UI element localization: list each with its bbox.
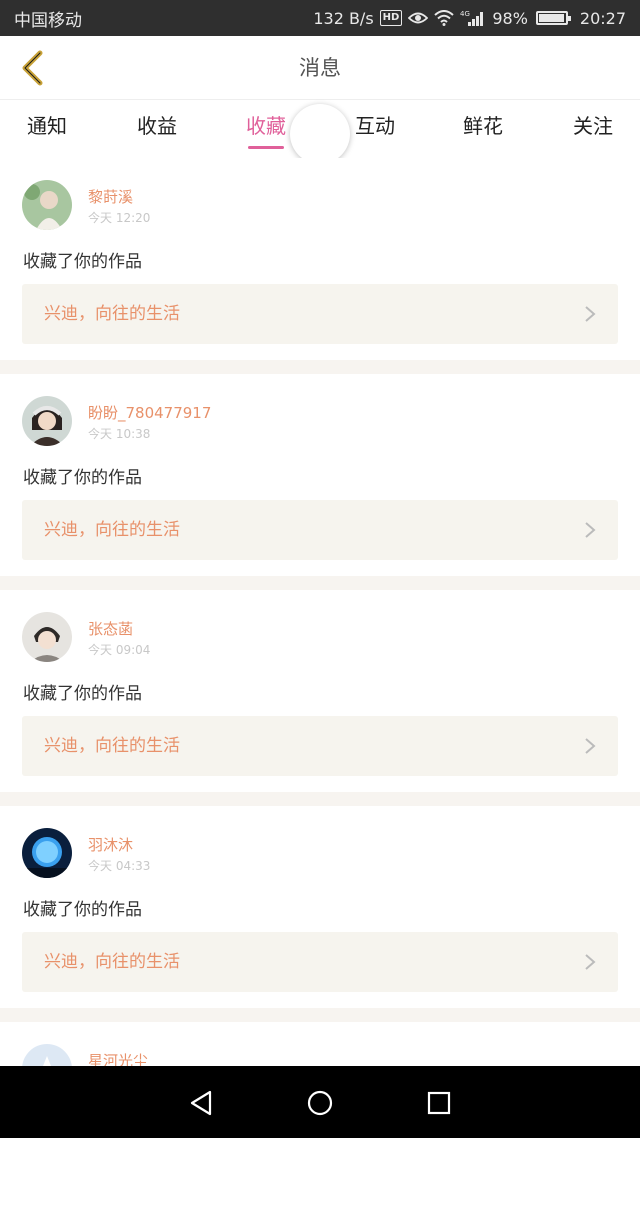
network-speed: 132 B/s: [313, 8, 374, 28]
work-link[interactable]: 兴迪，向往的生活: [22, 500, 618, 560]
wifi-icon: [434, 10, 454, 26]
list-item[interactable]: 黎莳溪 今天 12:20 收藏了你的作品 兴迪，向往的生活: [0, 158, 640, 360]
tab-label: 通知: [27, 114, 67, 138]
work-link[interactable]: 兴迪，向往的生活: [22, 716, 618, 776]
work-title: 兴迪，向往的生活: [44, 736, 180, 756]
touch-indicator: [290, 104, 350, 164]
carrier-label: 中国移动: [14, 10, 82, 31]
clock: 20:27: [579, 8, 626, 28]
active-tab-indicator: [248, 146, 284, 149]
nav-home-button[interactable]: [305, 1088, 335, 1118]
list-item[interactable]: 羽沐沐 今天 04:33 收藏了你的作品 兴迪，向往的生活: [0, 806, 640, 1008]
chevron-right-icon: [585, 738, 596, 754]
header: 消息: [0, 36, 640, 100]
circle-home-icon: [307, 1090, 333, 1116]
chevron-right-icon: [585, 954, 596, 970]
timestamp: 今天 09:04: [88, 643, 151, 657]
tab-flowers[interactable]: 鲜花: [438, 110, 528, 150]
list-item[interactable]: 张态菡 今天 09:04 收藏了你的作品 兴迪，向往的生活: [0, 590, 640, 792]
work-title: 兴迪，向往的生活: [44, 304, 180, 324]
nav-recents-button[interactable]: [424, 1088, 454, 1118]
avatar[interactable]: [22, 396, 72, 446]
tab-earnings[interactable]: 收益: [112, 110, 202, 150]
work-link[interactable]: 兴迪，向往的生活: [22, 284, 618, 344]
tab-follow[interactable]: 关注: [548, 110, 638, 150]
page-title: 消息: [299, 56, 341, 80]
square-recents-icon: [427, 1091, 451, 1115]
tab-label: 收藏: [246, 114, 286, 138]
list-item[interactable]: 盼盼_780477917 今天 10:38 收藏了你的作品 兴迪，向往的生活: [0, 374, 640, 576]
action-text: 收藏了你的作品: [23, 900, 142, 920]
tab-label: 关注: [573, 114, 613, 138]
action-text: 收藏了你的作品: [23, 252, 142, 272]
nav-back-button[interactable]: [186, 1088, 216, 1118]
hd-icon: HD: [379, 10, 403, 26]
username[interactable]: 盼盼_780477917: [88, 402, 211, 423]
action-text: 收藏了你的作品: [23, 468, 142, 488]
network-type: 4G: [460, 10, 470, 18]
username[interactable]: 羽沐沐: [88, 834, 133, 855]
eye-icon: [408, 11, 429, 25]
system-nav-bar: [0, 1066, 640, 1138]
action-text: 收藏了你的作品: [23, 684, 142, 704]
avatar[interactable]: [22, 180, 72, 230]
battery-percent: 98%: [492, 8, 528, 28]
username[interactable]: 黎莳溪: [88, 186, 133, 207]
divider: [0, 360, 640, 374]
work-title: 兴迪，向往的生活: [44, 520, 180, 540]
timestamp: 今天 12:20: [88, 211, 151, 225]
triangle-back-icon: [190, 1090, 212, 1116]
signal-icon: 4G: [460, 9, 486, 27]
divider: [0, 576, 640, 590]
battery-icon: [535, 11, 571, 25]
avatar[interactable]: [22, 612, 72, 662]
chevron-right-icon: [585, 306, 596, 322]
timestamp: 今天 10:38: [88, 427, 151, 441]
tab-label: 互动: [355, 114, 395, 138]
status-bar: 中国移动 132 B/s HD 4G 98% 20:27: [0, 0, 640, 36]
work-link[interactable]: 兴迪，向往的生活: [22, 932, 618, 992]
tab-notify[interactable]: 通知: [2, 110, 92, 150]
divider: [0, 1008, 640, 1022]
work-title: 兴迪，向往的生活: [44, 952, 180, 972]
tab-label: 收益: [137, 114, 177, 138]
username[interactable]: 张态菡: [88, 618, 133, 639]
message-list: 黎莳溪 今天 12:20 收藏了你的作品 兴迪，向往的生活 盼盼_7804779…: [0, 158, 640, 1224]
chevron-right-icon: [585, 522, 596, 538]
avatar[interactable]: [22, 828, 72, 878]
divider: [0, 792, 640, 806]
timestamp: 今天 04:33: [88, 859, 151, 873]
tab-label: 鲜花: [463, 114, 503, 138]
